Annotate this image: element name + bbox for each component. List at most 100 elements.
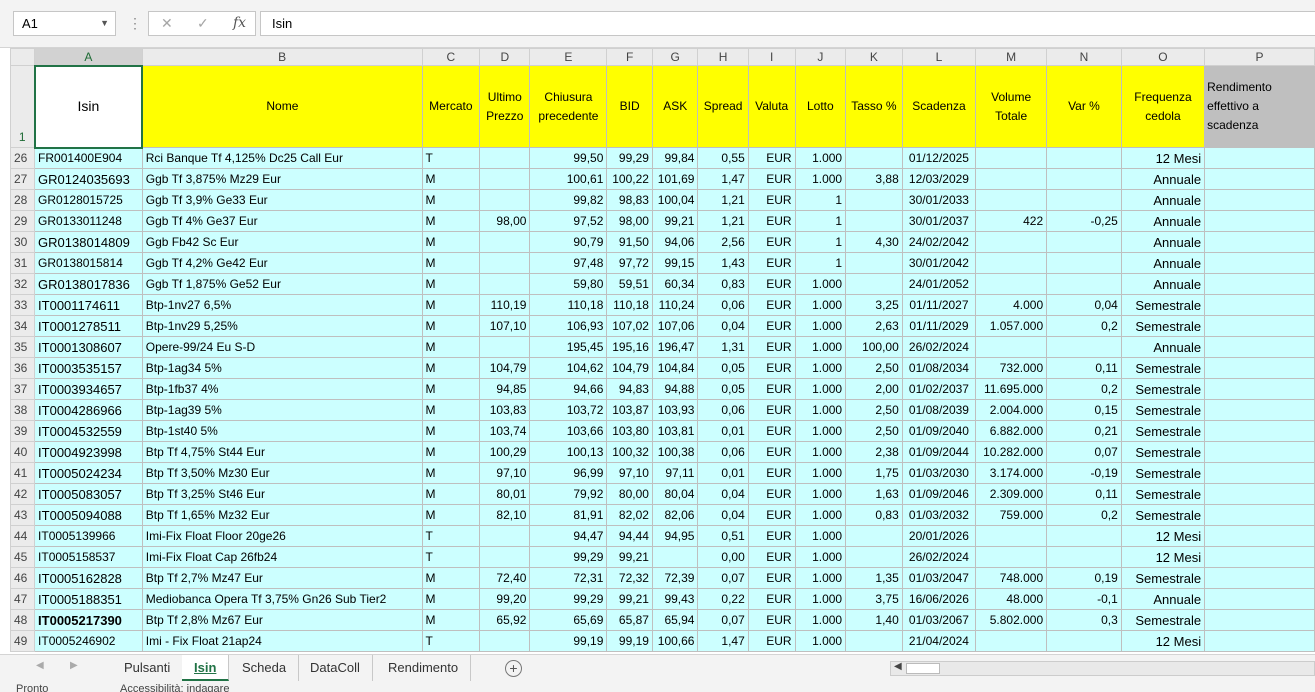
- cell-tasso[interactable]: 1,63: [845, 483, 903, 505]
- row-number[interactable]: 45: [9, 546, 36, 568]
- cell-freq[interactable]: 12 Mesi: [1120, 546, 1206, 568]
- cell-spread[interactable]: 0,51: [697, 525, 749, 547]
- cell-isin[interactable]: GR0128015725: [34, 189, 143, 211]
- row-number[interactable]: 43: [9, 504, 36, 526]
- cell-lotto[interactable]: 1: [794, 231, 847, 253]
- cell-valuta[interactable]: EUR: [747, 525, 796, 547]
- cell-spread[interactable]: 0,05: [697, 357, 749, 379]
- cell-valuta[interactable]: EUR: [747, 378, 796, 400]
- cell-rendimento[interactable]: [1204, 546, 1315, 568]
- cell-var[interactable]: [1046, 525, 1122, 547]
- cell-ask[interactable]: 196,47: [651, 336, 699, 358]
- cell-isin[interactable]: IT0005162828: [34, 567, 143, 589]
- cell-isin[interactable]: IT0005094088: [34, 504, 143, 526]
- cell-spread[interactable]: 1,47: [697, 630, 749, 652]
- row-number[interactable]: 30: [9, 231, 36, 253]
- cell-var[interactable]: 0,2: [1046, 504, 1122, 526]
- cell-tasso[interactable]: 1,40: [845, 609, 903, 631]
- cell-ultimo[interactable]: [479, 630, 531, 652]
- cell-ultimo[interactable]: [479, 273, 531, 295]
- cell-lotto[interactable]: 1.000: [794, 420, 847, 442]
- cell-volume[interactable]: [975, 231, 1048, 253]
- cell-spread[interactable]: 0,05: [697, 378, 749, 400]
- cell-var[interactable]: 0,19: [1046, 567, 1122, 589]
- cell-volume[interactable]: [975, 147, 1048, 169]
- cell-freq[interactable]: Semestrale: [1120, 378, 1206, 400]
- cell-mercato[interactable]: M: [421, 336, 481, 358]
- cell-freq[interactable]: Annuale: [1120, 231, 1206, 253]
- cell-scadenza[interactable]: 30/01/2037: [901, 210, 977, 232]
- cell-ask[interactable]: 94,95: [651, 525, 699, 547]
- cell-valuta[interactable]: EUR: [747, 609, 796, 631]
- cell-volume[interactable]: [975, 336, 1048, 358]
- cell-bid[interactable]: 65,87: [606, 609, 653, 631]
- cell-isin[interactable]: GR0124035693: [34, 168, 143, 190]
- cell-tasso[interactable]: 2,50: [845, 420, 903, 442]
- column-header-k[interactable]: K: [845, 48, 903, 66]
- cell-isin[interactable]: FR001400E904: [34, 147, 143, 169]
- cell-volume[interactable]: [975, 525, 1048, 547]
- cell-mercato[interactable]: M: [421, 189, 481, 211]
- cell-nome[interactable]: Ggb Tf 4% Ge37 Eur: [141, 210, 423, 232]
- cell-spread[interactable]: 0,01: [697, 462, 749, 484]
- cell-rendimento[interactable]: [1204, 504, 1315, 526]
- header-cell[interactable]: BID: [606, 65, 653, 148]
- cell-var[interactable]: [1046, 273, 1122, 295]
- cell-volume[interactable]: 4.000: [975, 294, 1048, 316]
- cell-chiusura[interactable]: 99,29: [529, 546, 608, 568]
- cell-bid[interactable]: 104,79: [606, 357, 653, 379]
- cell-scadenza[interactable]: 26/02/2024: [901, 336, 977, 358]
- cell-var[interactable]: 0,15: [1046, 399, 1122, 421]
- cell-freq[interactable]: Semestrale: [1120, 357, 1206, 379]
- cell-bid[interactable]: 107,02: [606, 315, 653, 337]
- cell-bid[interactable]: 91,50: [606, 231, 653, 253]
- column-header-m[interactable]: M: [975, 48, 1048, 66]
- cell-mercato[interactable]: M: [421, 504, 481, 526]
- cell-lotto[interactable]: 1.000: [794, 483, 847, 505]
- cell-ask[interactable]: 100,04: [651, 189, 699, 211]
- cell-lotto[interactable]: 1.000: [794, 273, 847, 295]
- cell-lotto[interactable]: 1.000: [794, 378, 847, 400]
- cell-mercato[interactable]: M: [421, 273, 481, 295]
- cell-chiusura[interactable]: 103,66: [529, 420, 608, 442]
- row-number[interactable]: 37: [9, 378, 36, 400]
- row-number[interactable]: 27: [9, 168, 36, 190]
- cell-nome[interactable]: Btp Tf 1,65% Mz32 Eur: [141, 504, 423, 526]
- cell-valuta[interactable]: EUR: [747, 483, 796, 505]
- cell-ultimo[interactable]: 100,29: [479, 441, 531, 463]
- cell-var[interactable]: [1046, 630, 1122, 652]
- cell-spread[interactable]: 0,06: [697, 294, 749, 316]
- cell-lotto[interactable]: 1.000: [794, 630, 847, 652]
- cell-ask[interactable]: 80,04: [651, 483, 699, 505]
- cell-nome[interactable]: Ggb Tf 1,875% Ge52 Eur: [141, 273, 423, 295]
- cell-nome[interactable]: Btp-1st40 5%: [141, 420, 423, 442]
- cell-scadenza[interactable]: 01/03/2067: [901, 609, 977, 631]
- column-header-g[interactable]: G: [651, 48, 699, 66]
- cell-mercato[interactable]: T: [421, 525, 481, 547]
- cell-isin[interactable]: IT0004923998: [34, 441, 143, 463]
- cell-ask[interactable]: 99,84: [651, 147, 699, 169]
- cell-valuta[interactable]: EUR: [747, 336, 796, 358]
- cell-nome[interactable]: Btp Tf 2,7% Mz47 Eur: [141, 567, 423, 589]
- cell-var[interactable]: -0,25: [1046, 210, 1122, 232]
- cell-scadenza[interactable]: 01/03/2047: [901, 567, 977, 589]
- cell-scadenza[interactable]: 01/12/2025: [901, 147, 977, 169]
- cell-ultimo[interactable]: 99,20: [479, 588, 531, 610]
- cell-valuta[interactable]: EUR: [747, 189, 796, 211]
- cell-ask[interactable]: 65,94: [651, 609, 699, 631]
- cell-isin[interactable]: IT0001278511: [34, 315, 143, 337]
- cell-tasso[interactable]: 3,75: [845, 588, 903, 610]
- cell-valuta[interactable]: EUR: [747, 273, 796, 295]
- cell-scadenza[interactable]: 16/06/2026: [901, 588, 977, 610]
- row-number[interactable]: 46: [9, 567, 36, 589]
- row-number[interactable]: 42: [9, 483, 36, 505]
- cell-ultimo[interactable]: [479, 189, 531, 211]
- cell-spread[interactable]: 0,22: [697, 588, 749, 610]
- cell-spread[interactable]: 1,47: [697, 168, 749, 190]
- cell-mercato[interactable]: M: [421, 483, 481, 505]
- cell-spread[interactable]: 1,21: [697, 189, 749, 211]
- column-header-l[interactable]: L: [901, 48, 977, 66]
- cell-var[interactable]: 0,2: [1046, 378, 1122, 400]
- tab-pulsanti[interactable]: Pulsanti: [112, 655, 184, 681]
- cell-volume[interactable]: 10.282.000: [975, 441, 1048, 463]
